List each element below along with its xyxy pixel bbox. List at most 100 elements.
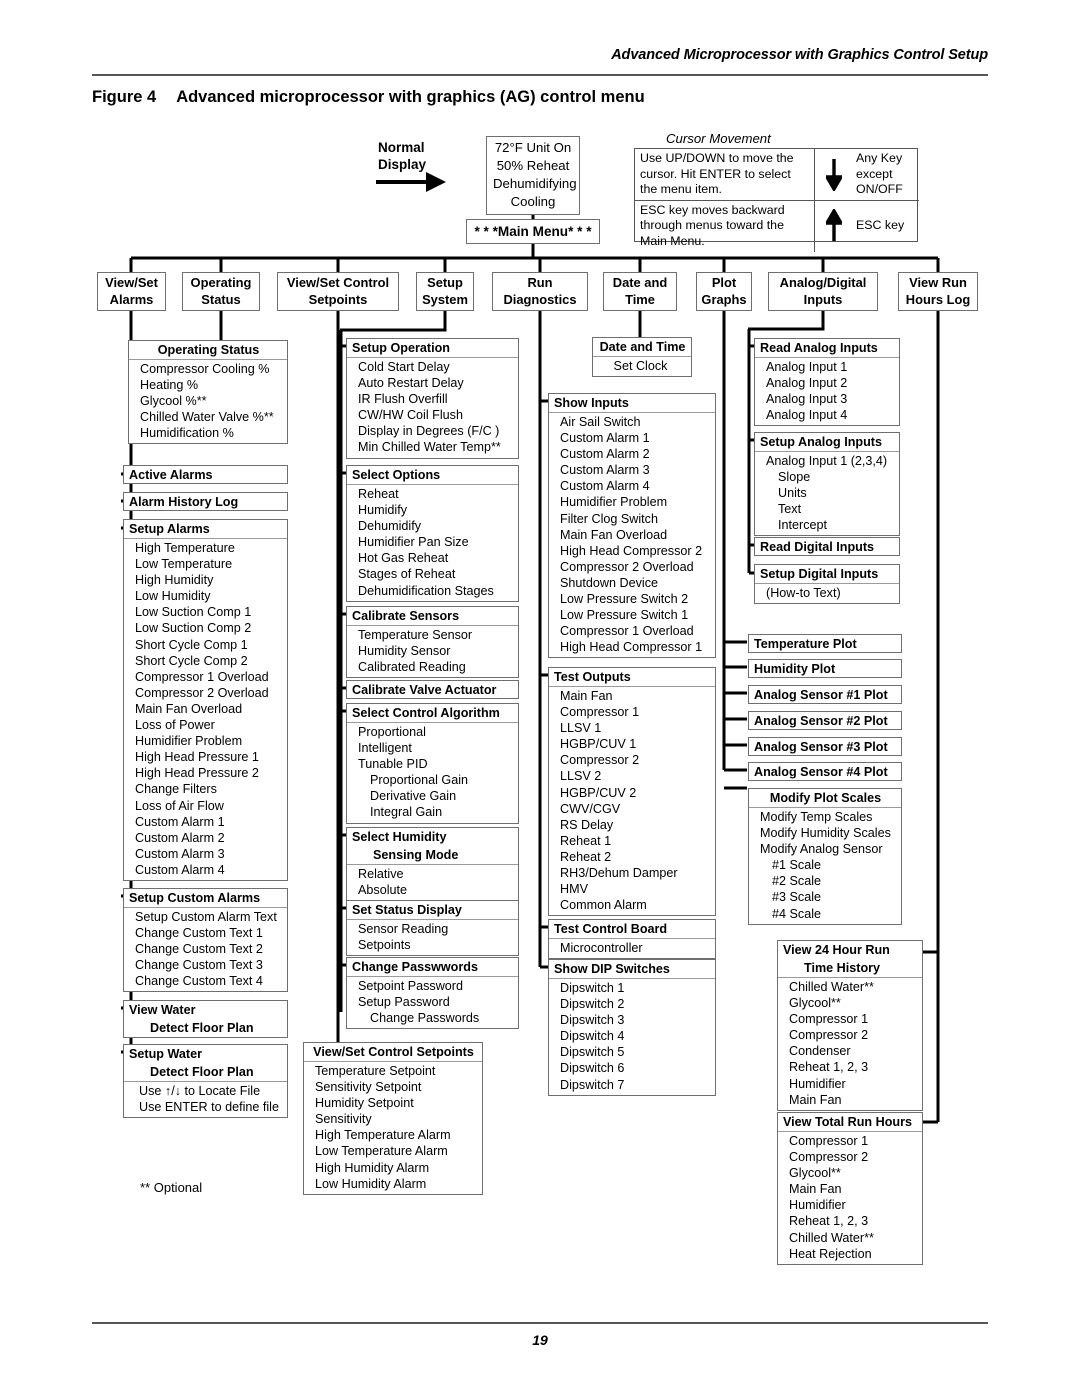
panel-view-24-hour-run-time-history[interactable]: View 24 Hour Run Time History Chilled Wa… <box>777 940 923 1111</box>
main-menu-box[interactable]: * * *Main Menu* * * <box>466 219 600 244</box>
menu-item-view-set-alarms[interactable]: View/Set Alarms <box>97 272 166 311</box>
list-item[interactable]: Low Suction Comp 1 <box>135 604 284 620</box>
panel-date-and-time[interactable]: Date and Time Set Clock <box>592 337 692 378</box>
list-item[interactable]: Humidifier <box>789 1197 919 1213</box>
menu-item-operating-status[interactable]: Operating Status <box>182 272 260 311</box>
list-item[interactable]: Min Chilled Water Temp** <box>358 439 515 455</box>
list-item[interactable]: Custom Alarm 3 <box>560 462 712 478</box>
list-item[interactable]: Compressor 2 <box>789 1149 919 1165</box>
list-item[interactable]: Use ENTER to define file <box>135 1099 284 1115</box>
list-item[interactable]: Change Custom Text 4 <box>135 973 284 989</box>
menu-item-run-diagnostics[interactable]: Run Diagnostics <box>492 272 588 311</box>
panel-analog-sensor-3-plot[interactable]: Analog Sensor #3 Plot <box>748 737 902 756</box>
list-item[interactable]: Chilled Water** <box>789 979 919 995</box>
list-item[interactable]: (How-to Text) <box>766 585 896 601</box>
list-item[interactable]: Filter Clog Switch <box>560 511 712 527</box>
list-item[interactable]: Low Humidity <box>135 588 284 604</box>
list-item[interactable]: Setpoint Password <box>358 978 515 994</box>
list-item[interactable]: Condenser <box>789 1043 919 1059</box>
list-item[interactable]: Custom Alarm 3 <box>135 846 284 862</box>
list-item[interactable]: Change Custom Text 3 <box>135 957 284 973</box>
list-item[interactable]: Display in Degrees (F/C ) <box>358 423 515 439</box>
panel-read-analog-inputs[interactable]: Read Analog Inputs Analog Input 1 Analog… <box>754 338 900 427</box>
list-item[interactable]: Low Humidity Alarm <box>315 1176 479 1192</box>
panel-modify-plot-scales[interactable]: Modify Plot Scales Modify Temp Scales Mo… <box>748 788 902 925</box>
list-item[interactable]: Humidity Setpoint <box>315 1095 479 1111</box>
list-item[interactable]: Short Cycle Comp 2 <box>135 653 284 669</box>
list-item[interactable]: Setpoints <box>358 937 515 953</box>
list-item[interactable]: Humidifier Pan Size <box>358 534 515 550</box>
panel-test-outputs[interactable]: Test Outputs Main Fan Compressor 1 LLSV … <box>548 667 716 917</box>
list-item[interactable]: Dipswitch 5 <box>560 1044 712 1060</box>
list-item[interactable]: Main Fan <box>789 1181 919 1197</box>
list-item[interactable]: High Head Pressure 1 <box>135 749 284 765</box>
list-item[interactable]: Change Filters <box>135 781 284 797</box>
list-item[interactable]: Low Pressure Switch 1 <box>560 607 712 623</box>
list-item[interactable]: IR Flush Overfill <box>358 391 515 407</box>
list-item[interactable]: #4 Scale <box>760 906 898 922</box>
list-item[interactable]: Custom Alarm 1 <box>135 814 284 830</box>
list-item[interactable]: Compressor 1 <box>560 704 712 720</box>
list-item[interactable]: #2 Scale <box>760 873 898 889</box>
list-item[interactable]: Analog Input 1 (2,3,4) <box>766 453 896 469</box>
list-item[interactable]: High Temperature Alarm <box>315 1127 479 1143</box>
list-item[interactable]: Main Fan <box>560 688 712 704</box>
panel-temperature-plot[interactable]: Temperature Plot <box>748 634 902 653</box>
list-item[interactable]: Analog Input 3 <box>766 391 896 407</box>
list-item[interactable]: Tunable PID <box>358 756 515 772</box>
panel-change-passwords[interactable]: Change Passwwords Setpoint Password Setu… <box>346 957 519 1030</box>
panel-alarm-history-log[interactable]: Alarm History Log <box>123 492 288 511</box>
panel-select-options[interactable]: Select Options Reheat Humidify Dehumidif… <box>346 465 519 602</box>
list-item[interactable]: Units <box>766 485 896 501</box>
list-item[interactable]: Loss of Air Flow <box>135 798 284 814</box>
list-item[interactable]: Proportional <box>358 724 515 740</box>
list-item[interactable]: Calibrated Reading <box>358 659 515 675</box>
list-item[interactable]: Intercept <box>766 517 896 533</box>
list-item[interactable]: Reheat 2 <box>560 849 712 865</box>
list-item[interactable]: Low Suction Comp 2 <box>135 620 284 636</box>
list-item[interactable]: Compressor 2 Overload <box>135 685 284 701</box>
list-item[interactable]: Setup Password <box>358 994 515 1010</box>
list-item[interactable]: Dipswitch 6 <box>560 1060 712 1076</box>
list-item[interactable]: Compressor 1 <box>789 1011 919 1027</box>
list-item[interactable]: Analog Input 2 <box>766 375 896 391</box>
list-item[interactable]: Analog Input 4 <box>766 407 896 423</box>
list-item[interactable]: Heat Rejection <box>789 1246 919 1262</box>
list-item[interactable]: Loss of Power <box>135 717 284 733</box>
menu-item-analog-digital-inputs[interactable]: Analog/Digital Inputs <box>768 272 878 311</box>
list-item[interactable]: Hot Gas Reheat <box>358 550 515 566</box>
list-item[interactable]: Short Cycle Comp 1 <box>135 637 284 653</box>
panel-view-total-run-hours[interactable]: View Total Run Hours Compressor 1 Compre… <box>777 1112 923 1265</box>
list-item[interactable]: Dipswitch 7 <box>560 1077 712 1093</box>
panel-show-inputs[interactable]: Show Inputs Air Sail Switch Custom Alarm… <box>548 393 716 659</box>
menu-item-plot-graphs[interactable]: Plot Graphs <box>696 272 752 311</box>
list-item[interactable]: Common Alarm <box>560 897 712 913</box>
list-item[interactable]: Modify Temp Scales <box>760 809 898 825</box>
panel-active-alarms[interactable]: Active Alarms <box>123 465 288 484</box>
list-item[interactable]: Glycool** <box>789 1165 919 1181</box>
list-item[interactable]: Analog Input 1 <box>766 359 896 375</box>
panel-test-control-board[interactable]: Test Control Board Microcontroller <box>548 919 716 960</box>
list-item[interactable]: High Head Pressure 2 <box>135 765 284 781</box>
panel-setup-operation[interactable]: Setup Operation Cold Start Delay Auto Re… <box>346 338 519 459</box>
list-item[interactable]: Integral Gain <box>358 804 515 820</box>
list-item[interactable]: Stages of Reheat <box>358 566 515 582</box>
list-item[interactable]: Reheat 1, 2, 3 <box>789 1059 919 1075</box>
list-item[interactable]: CW/HW Coil Flush <box>358 407 515 423</box>
list-item[interactable]: Derivative Gain <box>358 788 515 804</box>
list-item[interactable]: HGBP/CUV 2 <box>560 785 712 801</box>
list-item[interactable]: Humidity Sensor <box>358 643 515 659</box>
list-item[interactable]: Text <box>766 501 896 517</box>
list-item[interactable]: Absolute <box>358 882 515 898</box>
list-item[interactable]: Shutdown Device <box>560 575 712 591</box>
list-item[interactable]: Reheat 1, 2, 3 <box>789 1213 919 1229</box>
panel-setup-digital-inputs[interactable]: Setup Digital Inputs (How-to Text) <box>754 564 900 605</box>
list-item[interactable]: High Temperature <box>135 540 284 556</box>
list-item[interactable]: Sensitivity Setpoint <box>315 1079 479 1095</box>
list-item[interactable]: Low Temperature Alarm <box>315 1143 479 1159</box>
list-item[interactable]: Sensor Reading <box>358 921 515 937</box>
list-item[interactable]: RH3/Dehum Damper <box>560 865 712 881</box>
list-item[interactable]: Setup Custom Alarm Text <box>135 909 284 925</box>
list-item[interactable]: Microcontroller <box>560 940 712 956</box>
list-item[interactable]: #1 Scale <box>760 857 898 873</box>
